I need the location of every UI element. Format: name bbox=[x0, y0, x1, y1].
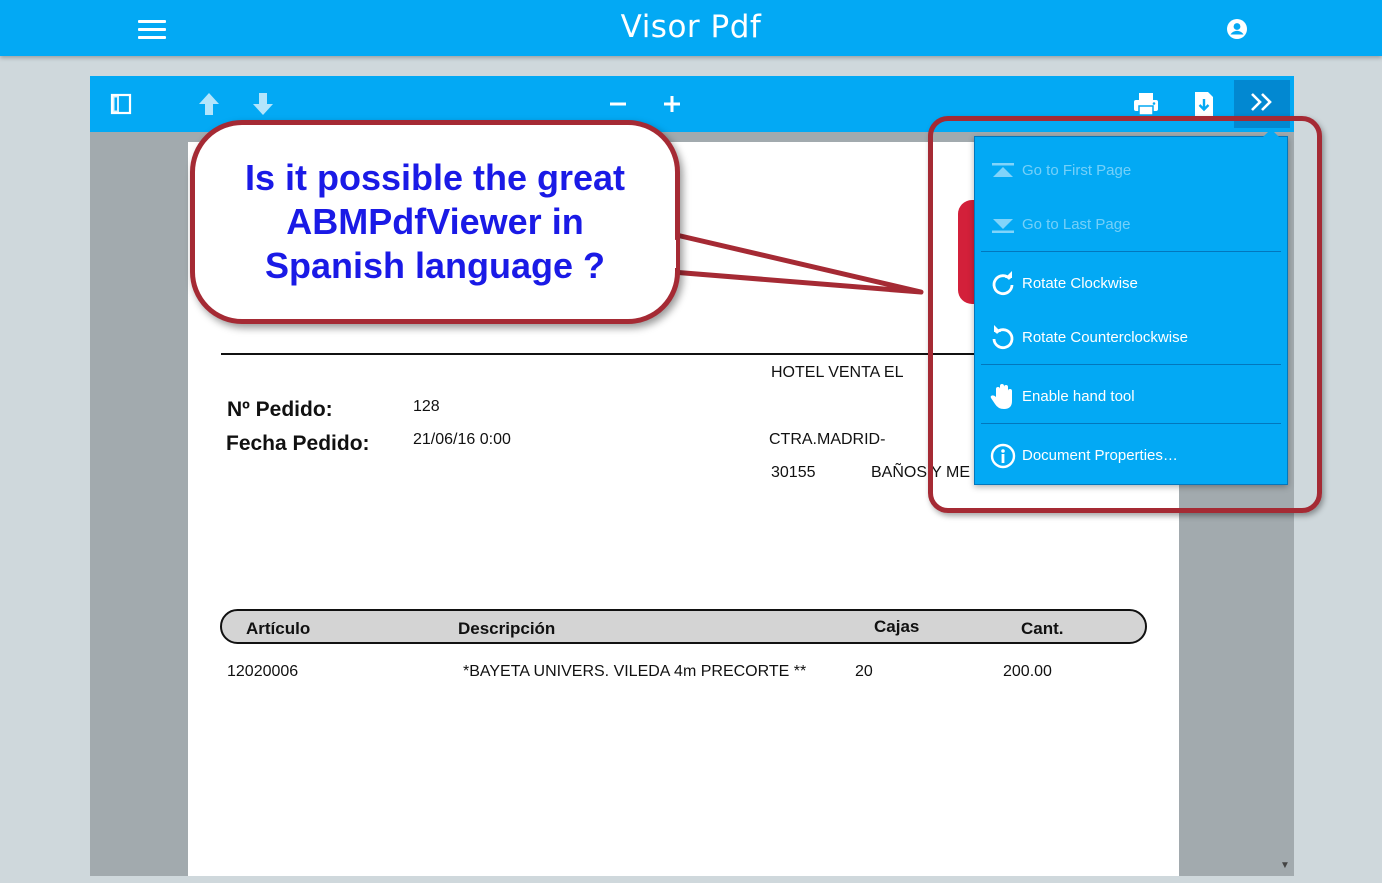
annotation-highlight-box bbox=[928, 116, 1322, 513]
annotation-speech-bubble: Is it possible the great ABMPdfViewer in… bbox=[190, 120, 680, 324]
customer-name: HOTEL VENTA EL bbox=[771, 364, 904, 381]
print-icon[interactable] bbox=[1131, 90, 1161, 118]
secondary-toolbar-icon bbox=[1249, 92, 1275, 117]
column-header: Artículo bbox=[246, 619, 311, 638]
table-cell: 12020006 bbox=[227, 663, 299, 680]
account-circle-icon[interactable] bbox=[1225, 17, 1249, 41]
zoom-out-icon[interactable] bbox=[603, 90, 633, 118]
table-cell: 200.00 bbox=[1003, 663, 1052, 680]
previous-page-icon[interactable] bbox=[194, 90, 224, 118]
annotation-text: Is it possible the great ABMPdfViewer in… bbox=[244, 157, 626, 286]
header-divider bbox=[221, 353, 981, 355]
order-date-value: 21/06/16 0:00 bbox=[413, 431, 511, 448]
order-date-label: Fecha Pedido: bbox=[226, 432, 370, 455]
column-header: Descripción bbox=[458, 619, 556, 638]
sidebar-toggle-icon[interactable] bbox=[106, 90, 136, 118]
order-number-label: Nº Pedido: bbox=[227, 398, 333, 421]
table-cell: *BAYETA UNIVERS. VILEDA 4m PRECORTE ** bbox=[463, 663, 807, 680]
order-number-value: 128 bbox=[413, 398, 440, 415]
scroll-down-icon[interactable]: ▼ bbox=[1280, 860, 1290, 871]
address-line: CTRA.MADRID- bbox=[769, 431, 886, 448]
table-cell: 20 bbox=[855, 663, 873, 680]
column-header: Cant. bbox=[1021, 619, 1064, 638]
app-title: Visor Pdf bbox=[620, 9, 762, 45]
next-page-icon[interactable] bbox=[248, 90, 278, 118]
table-header bbox=[220, 609, 1147, 644]
zoom-in-icon[interactable] bbox=[657, 90, 687, 118]
postal-code: 30155 bbox=[771, 464, 816, 481]
app-bar: Visor Pdf bbox=[0, 0, 1382, 56]
download-icon[interactable] bbox=[1189, 90, 1219, 118]
column-header: Cajas bbox=[874, 617, 920, 636]
